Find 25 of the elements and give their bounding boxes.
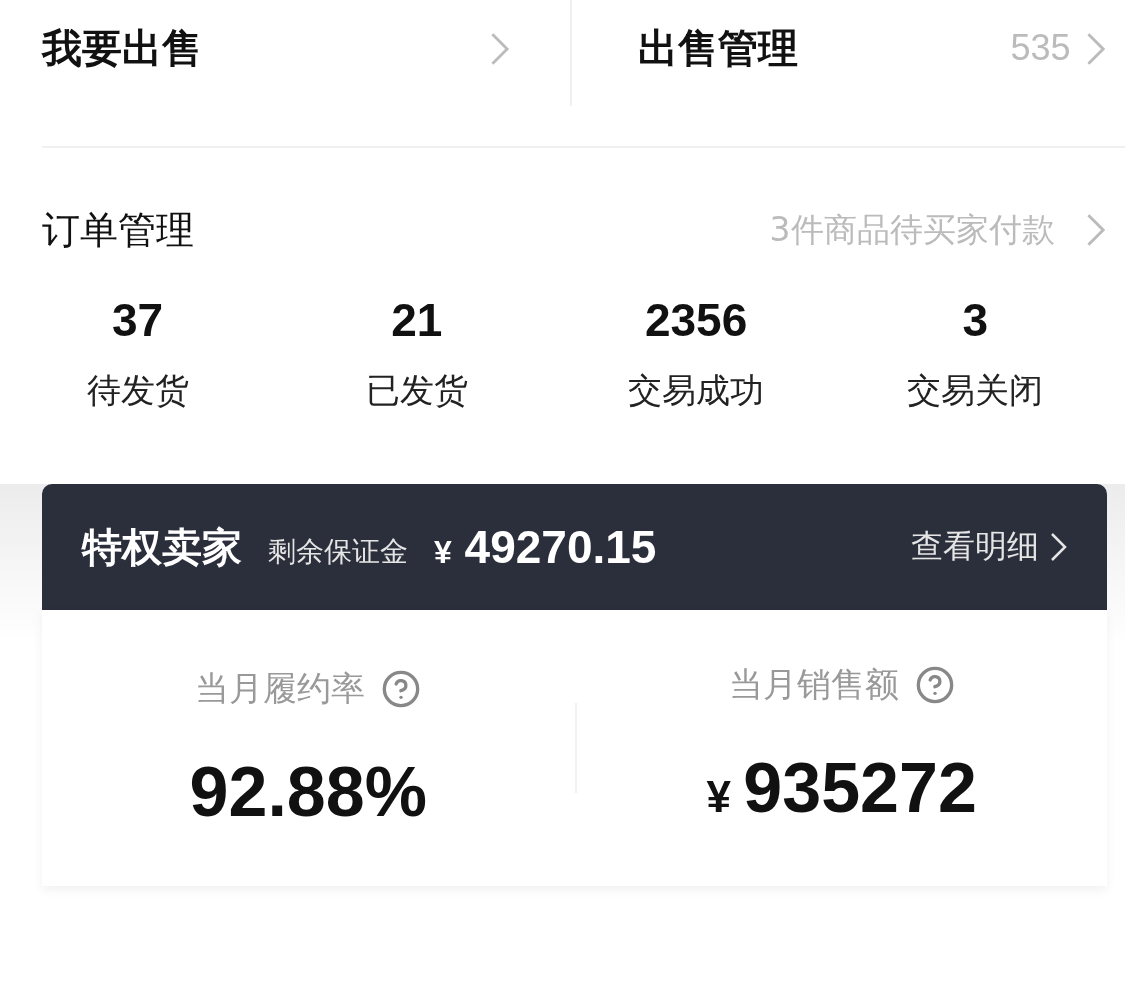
sales-management-title[interactable]: 出售管理 (637, 22, 997, 74)
stat-label[interactable]: 交易成功 (628, 368, 765, 412)
sales-count: 535 (1010, 26, 1071, 70)
metric-label: 当月履约率 (195, 667, 366, 710)
stat-value[interactable]: 2356 (644, 292, 748, 348)
stat-value[interactable]: 3 (962, 292, 989, 348)
chevron-right-icon (1049, 532, 1067, 562)
orders-title[interactable]: 订单管理 (42, 204, 770, 256)
stat-label[interactable]: 交易关闭 (907, 368, 1044, 412)
sell-title[interactable]: 我要出售 (42, 22, 476, 74)
deposit-amount: ¥ 49270.15 (434, 520, 658, 574)
orders-hint: 3件商品待买家付款 (769, 209, 1055, 251)
help-icon[interactable] (914, 664, 955, 705)
metric-label: 当月销售额 (728, 662, 899, 706)
stat-label[interactable]: 待发货 (86, 368, 189, 412)
stat-value[interactable]: 37 (112, 292, 164, 348)
details-link[interactable]: 查看明细 (911, 525, 1067, 569)
deposit-label: 剩余保证金 (268, 534, 408, 570)
metric-value: ¥ 935272 (706, 749, 977, 829)
metric-value: 92.88% (189, 754, 427, 830)
chevron-right-icon (489, 32, 510, 66)
stat-value[interactable]: 21 (391, 292, 443, 348)
stat-label[interactable]: 已发货 (365, 368, 468, 412)
help-icon[interactable] (381, 669, 422, 709)
seller-title: 特权卖家 (82, 522, 242, 572)
